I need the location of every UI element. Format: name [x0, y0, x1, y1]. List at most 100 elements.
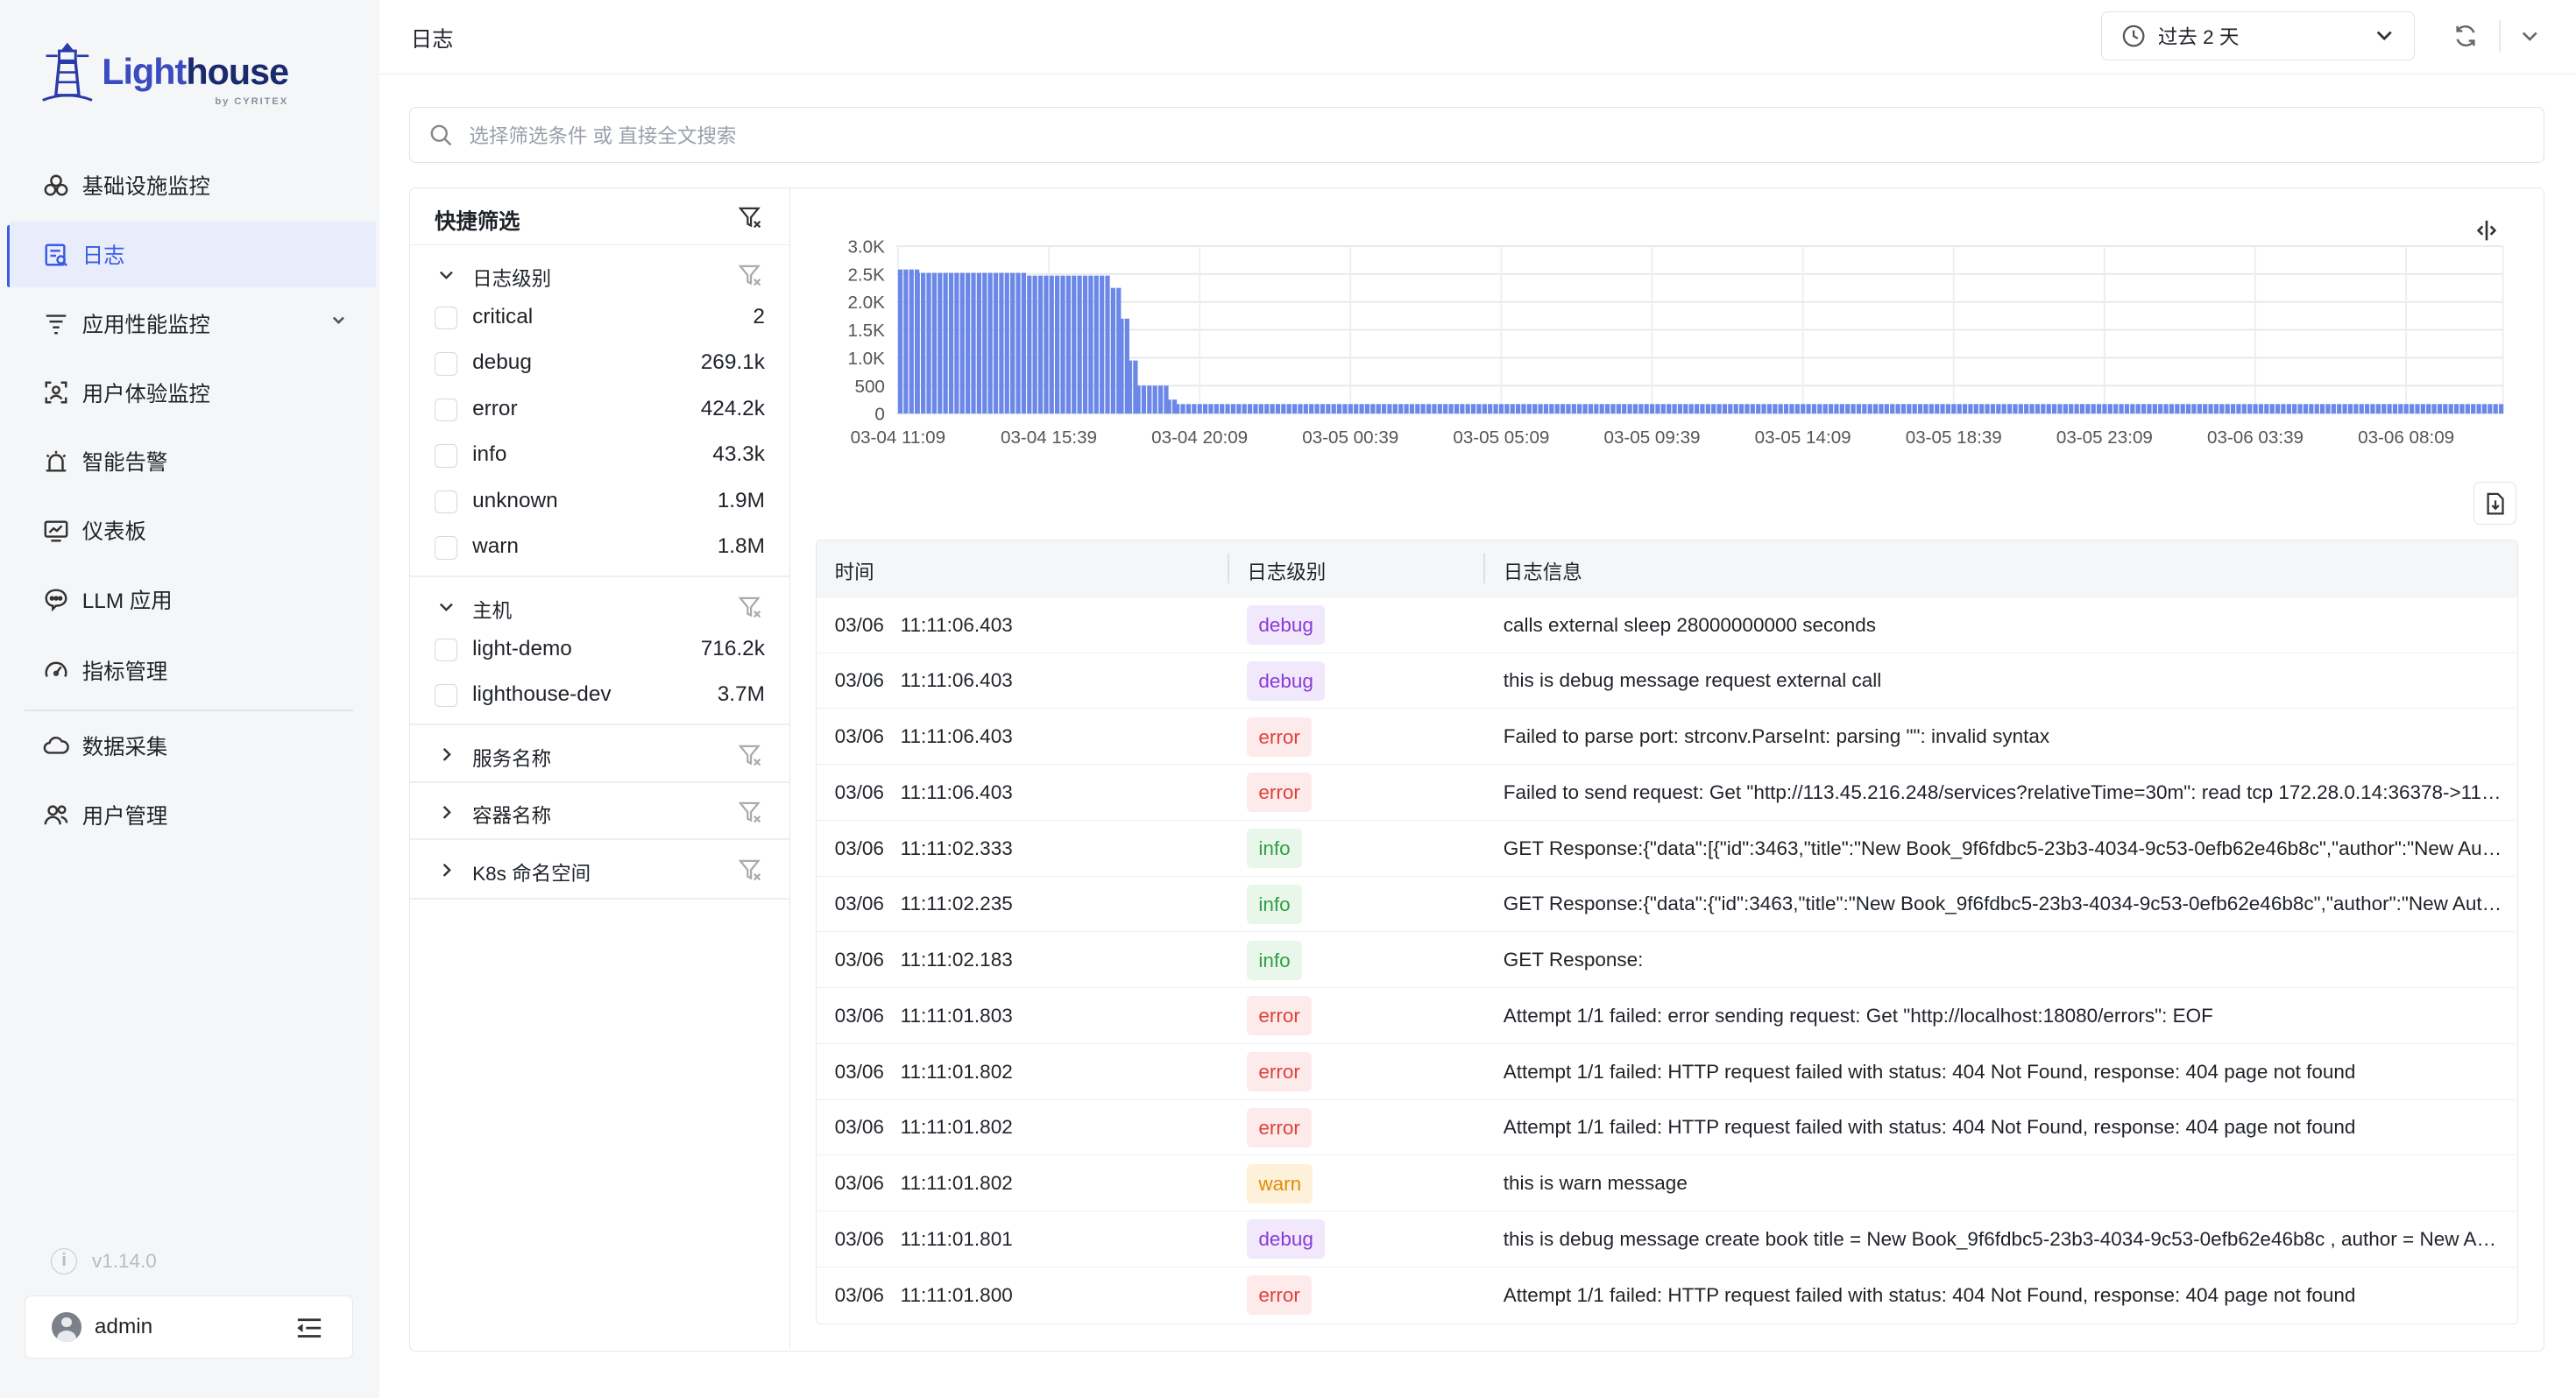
histogram-bar[interactable]	[1800, 403, 1806, 413]
histogram-bar[interactable]	[1470, 403, 1476, 413]
histogram-bar[interactable]	[2453, 403, 2459, 413]
histogram-bar[interactable]	[2353, 403, 2359, 413]
histogram-bar[interactable]	[1844, 403, 1851, 413]
histogram-bar[interactable]	[1766, 403, 1772, 413]
histogram-bar[interactable]	[2112, 403, 2119, 413]
histogram-bar[interactable]	[1342, 403, 1348, 413]
table-row[interactable]: 03/06 11:11:02.235 info GET Response:{"dat…	[817, 875, 2516, 933]
histogram-bar[interactable]	[2281, 403, 2286, 413]
histogram-bar[interactable]	[1314, 403, 1320, 413]
checkbox[interactable]	[435, 352, 458, 376]
histogram-bar[interactable]	[2041, 403, 2046, 413]
filter-icon[interactable]	[738, 858, 761, 881]
histogram-bar[interactable]	[1487, 403, 1493, 413]
sidebar-item-logs[interactable]: 日志	[10, 222, 377, 288]
histogram-bar[interactable]	[1834, 403, 1839, 413]
histogram-bar[interactable]	[1968, 403, 1973, 413]
histogram-bar[interactable]	[1515, 403, 1521, 413]
histogram-bar[interactable]	[1526, 403, 1532, 413]
logo[interactable]: Lighthouse by CYRITEX	[39, 39, 289, 107]
histogram-bar[interactable]	[2420, 403, 2425, 413]
histogram-bar[interactable]	[1655, 403, 1660, 413]
histogram-bar[interactable]	[903, 269, 909, 413]
histogram-bar[interactable]	[976, 272, 981, 413]
table-row[interactable]: 03/06 11:11:02.333 info GET Response:{"dat…	[817, 819, 2516, 877]
chevron-down-icon[interactable]	[330, 312, 347, 328]
histogram-bar[interactable]	[1554, 403, 1560, 413]
table-row[interactable]: 03/06 11:11:01.800 error Attempt 1/1 faile…	[817, 1266, 2516, 1324]
filter-option-lighthouse-dev[interactable]: lighthouse-dev 3.7M	[410, 673, 789, 719]
histogram-bar[interactable]	[2347, 403, 2353, 413]
histogram-bar[interactable]	[1806, 403, 1811, 413]
histogram-bar[interactable]	[931, 272, 937, 413]
histogram-bar[interactable]	[1521, 403, 1526, 413]
checkbox[interactable]	[435, 398, 458, 421]
histogram-bar[interactable]	[2392, 403, 2397, 413]
histogram-bar[interactable]	[2023, 403, 2029, 413]
histogram-bar[interactable]	[1119, 318, 1124, 413]
histogram-bar[interactable]	[1432, 403, 1437, 413]
histogram-bar[interactable]	[1978, 403, 1985, 413]
histogram-bar[interactable]	[1644, 403, 1649, 413]
histogram-bar[interactable]	[1917, 403, 1923, 413]
histogram-bar[interactable]	[2359, 403, 2364, 413]
histogram-bar[interactable]	[1141, 385, 1146, 413]
histogram-bar[interactable]	[2191, 403, 2197, 413]
histogram-bar[interactable]	[1851, 403, 1856, 413]
histogram-bar[interactable]	[1510, 403, 1515, 413]
histogram-bar[interactable]	[2409, 403, 2415, 413]
histogram-bar[interactable]	[1750, 403, 1755, 413]
refresh-icon[interactable]	[2452, 23, 2479, 49]
histogram-bar[interactable]	[1336, 403, 1342, 413]
column-header-level[interactable]: 日志级别	[1247, 557, 1326, 585]
histogram-bar[interactable]	[1985, 403, 1990, 413]
histogram-bar[interactable]	[1331, 403, 1336, 413]
filter-option-error[interactable]: error 424.2k	[410, 387, 789, 434]
table-row[interactable]: 03/06 11:11:06.403 debug calls external sl…	[817, 596, 2516, 653]
histogram-bar[interactable]	[1065, 275, 1071, 413]
histogram-bar[interactable]	[938, 272, 943, 413]
histogram-bar[interactable]	[2096, 403, 2102, 413]
histogram-bar[interactable]	[2051, 403, 2057, 413]
export-button[interactable]	[2473, 482, 2516, 526]
histogram-bar[interactable]	[1437, 403, 1442, 413]
filter-icon[interactable]	[738, 744, 761, 766]
histogram-bar[interactable]	[920, 272, 926, 413]
filter-group-container-name[interactable]: 容器名称	[410, 784, 789, 840]
histogram-bar[interactable]	[2018, 403, 2023, 413]
histogram-bar[interactable]	[1862, 403, 1867, 413]
checkbox[interactable]	[435, 306, 458, 329]
column-resizer[interactable]	[1227, 554, 1229, 583]
table-row[interactable]: 03/06 11:11:01.802 error Attempt 1/1 faile…	[817, 1042, 2516, 1100]
histogram-bar[interactable]	[1660, 403, 1666, 413]
histogram-bar[interactable]	[2141, 403, 2147, 413]
checkbox[interactable]	[435, 536, 458, 560]
histogram-bar[interactable]	[1032, 275, 1037, 413]
histogram-bar[interactable]	[954, 272, 959, 413]
histogram-bar[interactable]	[2481, 403, 2487, 413]
histogram-bar[interactable]	[2175, 403, 2180, 413]
checkbox[interactable]	[435, 638, 458, 661]
histogram-bar[interactable]	[1621, 403, 1627, 413]
histogram-bar[interactable]	[1093, 275, 1099, 413]
histogram-bar[interactable]	[1532, 403, 1538, 413]
filter-option-info[interactable]: info 43.3k	[410, 433, 789, 479]
histogram-bar[interactable]	[1761, 403, 1766, 413]
histogram-bar[interactable]	[897, 269, 902, 413]
histogram-bar[interactable]	[1571, 403, 1576, 413]
histogram-bar[interactable]	[2370, 403, 2375, 413]
histogram-bar[interactable]	[971, 272, 976, 413]
histogram-bar[interactable]	[1021, 272, 1026, 413]
histogram-bar[interactable]	[2275, 403, 2281, 413]
histogram-bar[interactable]	[1811, 403, 1816, 413]
collapse-sidebar-icon[interactable]	[296, 1317, 322, 1339]
histogram-bar[interactable]	[1710, 403, 1716, 413]
histogram-bar[interactable]	[2185, 403, 2191, 413]
histogram-bar[interactable]	[1566, 403, 1571, 413]
sidebar-item-metrics[interactable]: 指标管理	[10, 638, 376, 703]
histogram-bar[interactable]	[1326, 403, 1331, 413]
filter-icon[interactable]	[738, 596, 761, 618]
sidebar-item-llm[interactable]: LLM 应用	[10, 567, 376, 632]
histogram-bar[interactable]	[1783, 403, 1789, 413]
histogram-bar[interactable]	[2381, 403, 2387, 413]
